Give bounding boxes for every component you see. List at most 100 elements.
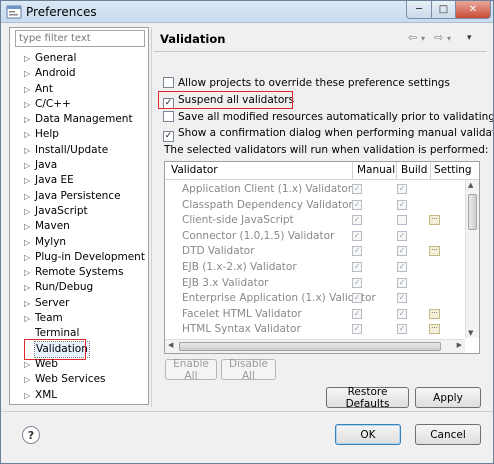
manual-checkbox[interactable]: ✓ (352, 324, 362, 335)
tree-item[interactable]: ▷ Install/Update (10, 143, 148, 158)
expand-arrow-icon[interactable]: ▷ (24, 189, 34, 204)
manual-checkbox[interactable]: ✓ (352, 246, 362, 257)
table-horizontal-scrollbar[interactable]: ◀ ▶ (165, 339, 465, 353)
option-checkbox-row[interactable]: ✓ Show a confirmation dialog when perform… (163, 126, 493, 142)
tree-item[interactable]: Validation (10, 340, 148, 358)
column-header-settings[interactable]: Setting (434, 164, 472, 176)
tree-item[interactable]: ▷ Ant (10, 82, 148, 97)
table-row[interactable]: Application Client (1.x) Validator ✓ ✓ (165, 182, 465, 198)
apply-button[interactable]: Apply (415, 387, 481, 408)
table-row[interactable]: Enterprise Application (1.x) Validator ✓ ✓ (165, 291, 465, 307)
tree-item[interactable]: ▷ Java Persistence (10, 189, 148, 204)
tree-item[interactable]: ▷ Android (10, 66, 148, 81)
scroll-up-icon[interactable]: ▲ (468, 181, 473, 189)
table-row[interactable]: EJB 3.x Validator ✓ ✓ (165, 276, 465, 292)
manual-checkbox[interactable]: ✓ (352, 215, 362, 226)
tree-item[interactable]: ▷ XML (10, 388, 148, 403)
option-checkbox[interactable] (163, 111, 174, 122)
tree-item[interactable]: ▷ Team (10, 311, 148, 326)
option-checkbox[interactable]: ✓ (163, 131, 174, 142)
table-row[interactable]: HTML Syntax Validator ✓ ✓ ··· (165, 322, 465, 338)
tree-item[interactable]: ▷ Server (10, 296, 148, 311)
tree-item[interactable]: ▷ Plug-in Development (10, 250, 148, 265)
build-checkbox[interactable]: ✓ (397, 262, 407, 272)
option-checkbox[interactable]: ✓ (163, 98, 174, 109)
expand-arrow-icon[interactable]: ▷ (24, 372, 34, 387)
view-menu-icon[interactable]: ▾ (467, 33, 472, 43)
scroll-down-icon[interactable]: ▼ (468, 329, 473, 337)
tree-item[interactable]: ▷ General (10, 51, 148, 66)
table-vertical-scrollbar[interactable]: ▲ ▼ (465, 180, 479, 338)
forward-arrow-icon[interactable]: ⇨ (434, 31, 443, 44)
tree-item[interactable]: ▷ Maven (10, 219, 148, 234)
build-checkbox[interactable] (397, 215, 407, 226)
tree-item[interactable]: ▷ Web (10, 357, 148, 372)
expand-arrow-icon[interactable]: ▷ (24, 311, 34, 326)
tree-item[interactable]: ▷ Help (10, 127, 148, 142)
tree-item[interactable]: ▷ JavaScript (10, 204, 148, 219)
expand-arrow-icon[interactable]: ▷ (24, 158, 34, 173)
filter-input[interactable] (15, 30, 145, 47)
forward-menu-icon[interactable]: ▾ (447, 34, 451, 43)
expand-arrow-icon[interactable]: ▷ (24, 204, 34, 219)
expand-arrow-icon[interactable]: ▷ (24, 250, 34, 265)
expand-arrow-icon[interactable]: ▷ (24, 143, 34, 158)
minimize-button[interactable]: ─ (406, 1, 432, 19)
tree-item[interactable]: ▷ C/C++ (10, 97, 148, 112)
expand-arrow-icon[interactable]: ▷ (24, 235, 34, 250)
expand-arrow-icon[interactable]: ▷ (24, 127, 34, 142)
expand-arrow-icon[interactable]: ▷ (24, 265, 34, 280)
tree-item[interactable]: ▷ Java (10, 158, 148, 173)
expand-arrow-icon[interactable]: ▷ (24, 112, 34, 127)
table-row[interactable]: DTD Validator ✓ ✓ ··· (165, 244, 465, 260)
title-bar[interactable]: Preferences ─ □ ✕ (1, 1, 493, 23)
tree-item[interactable]: ▷ Remote Systems (10, 265, 148, 280)
back-arrow-icon[interactable]: ⇦ (408, 31, 417, 44)
validator-settings-button[interactable]: ··· (429, 246, 440, 257)
column-header-manual[interactable]: Manual (357, 164, 395, 176)
build-checkbox[interactable]: ✓ (397, 184, 407, 194)
manual-checkbox[interactable]: ✓ (352, 262, 362, 272)
ok-button[interactable]: OK (335, 424, 401, 445)
expand-arrow-icon[interactable]: ▷ (24, 97, 34, 112)
column-header-validator[interactable]: Validator (171, 164, 218, 176)
expand-arrow-icon[interactable]: ▷ (24, 82, 34, 97)
build-checkbox[interactable]: ✓ (397, 293, 407, 304)
manual-checkbox[interactable]: ✓ (352, 199, 362, 210)
back-menu-icon[interactable]: ▾ (421, 34, 425, 43)
validator-settings-button[interactable]: ··· (429, 324, 440, 335)
manual-checkbox[interactable]: ✓ (352, 277, 362, 288)
tree-item[interactable]: ▷ Run/Debug (10, 280, 148, 295)
maximize-button[interactable]: □ (431, 1, 456, 19)
tree-item[interactable]: ▷ Web Services (10, 372, 148, 387)
validator-settings-button[interactable]: ··· (429, 308, 440, 319)
expand-arrow-icon[interactable]: ▷ (24, 51, 34, 66)
help-button[interactable]: ? (22, 426, 40, 444)
manual-checkbox[interactable]: ✓ (352, 230, 362, 241)
scroll-right-icon[interactable]: ▶ (457, 341, 462, 349)
tree-item[interactable]: Terminal (10, 326, 148, 341)
table-row[interactable]: EJB (1.x-2.x) Validator ✓ ✓ (165, 260, 465, 276)
expand-arrow-icon[interactable]: ▷ (24, 173, 34, 188)
manual-checkbox[interactable]: ✓ (352, 293, 362, 304)
restore-defaults-button[interactable]: Restore Defaults (326, 386, 409, 410)
table-row[interactable]: Classpath Dependency Validator ✓ ✓ (165, 198, 465, 214)
build-checkbox[interactable]: ✓ (397, 324, 407, 335)
validators-table[interactable]: Validator Manual Build Setting Applicati… (164, 161, 480, 354)
expand-arrow-icon[interactable]: ▷ (24, 219, 34, 234)
expand-arrow-icon[interactable]: ▷ (24, 357, 34, 372)
horizontal-scroll-thumb[interactable] (179, 342, 441, 351)
expand-arrow-icon[interactable]: ▷ (24, 280, 34, 295)
option-checkbox-row[interactable]: Save all modified resources automaticall… (163, 110, 493, 125)
manual-checkbox[interactable]: ✓ (352, 308, 362, 319)
close-button[interactable]: ✕ (455, 1, 491, 19)
option-checkbox-row[interactable]: ✓ Suspend all validators (163, 93, 294, 109)
cancel-button[interactable]: Cancel (415, 424, 481, 445)
validator-settings-button[interactable]: ··· (429, 215, 440, 226)
expand-arrow-icon[interactable]: ▷ (24, 296, 34, 311)
manual-checkbox[interactable]: ✓ (352, 184, 362, 194)
build-checkbox[interactable]: ✓ (397, 199, 407, 210)
enable-all-button[interactable]: Enable All (165, 358, 217, 382)
build-checkbox[interactable]: ✓ (397, 246, 407, 257)
build-checkbox[interactable]: ✓ (397, 230, 407, 241)
